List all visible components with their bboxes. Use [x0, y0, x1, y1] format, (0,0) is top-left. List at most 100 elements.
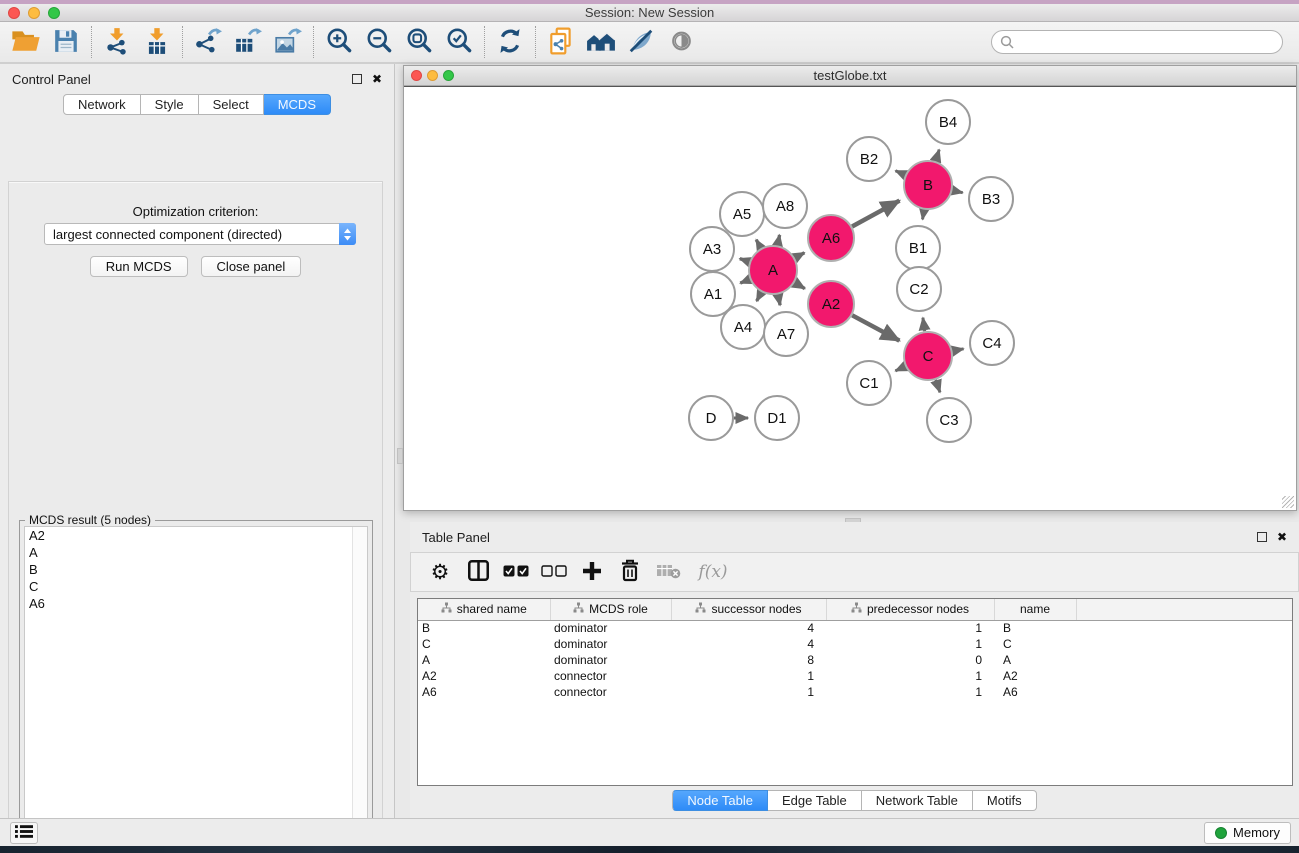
- column-header-successor-nodes[interactable]: successor nodes: [671, 599, 826, 620]
- save-session-button[interactable]: [46, 24, 86, 60]
- edge-B-B4[interactable]: [936, 150, 940, 162]
- tab-node-table[interactable]: Node Table: [672, 790, 768, 811]
- desktop-vscroll-thumb[interactable]: [397, 448, 403, 464]
- table-settings-button[interactable]: ⚙: [423, 556, 457, 588]
- memory-button[interactable]: Memory: [1204, 822, 1291, 844]
- network-graph[interactable]: AA1A2A3A4A5A6A7A8BB1B2B3B4CC1C2C3C4DD1: [404, 87, 1296, 510]
- show-columns-button[interactable]: [461, 556, 495, 588]
- edge-A-A2[interactable]: [795, 283, 805, 289]
- node-B3[interactable]: B3: [969, 177, 1013, 221]
- tab-network[interactable]: Network: [63, 94, 141, 115]
- search-input[interactable]: [991, 30, 1283, 54]
- edge-A-A7[interactable]: [778, 295, 780, 306]
- edge-A-A4[interactable]: [757, 292, 762, 301]
- import-network-button[interactable]: [97, 24, 137, 60]
- column-header-shared-name[interactable]: shared name: [418, 599, 550, 620]
- edge-A-A3[interactable]: [740, 259, 750, 262]
- network-window-titlebar[interactable]: testGlobe.txt: [404, 66, 1296, 86]
- zoom-out-button[interactable]: [359, 24, 399, 60]
- delete-column-button[interactable]: [613, 556, 647, 588]
- export-table-button[interactable]: [228, 24, 268, 60]
- edge-C-C4[interactable]: [953, 349, 964, 351]
- node-B1[interactable]: B1: [896, 226, 940, 270]
- select-all-columns-button[interactable]: [499, 556, 533, 588]
- node-B[interactable]: B: [904, 161, 952, 209]
- new-network-from-selection-button[interactable]: [541, 24, 581, 60]
- edge-A-A8[interactable]: [778, 235, 780, 246]
- table-row[interactable]: Cdominator41C: [418, 636, 1292, 652]
- node-D1[interactable]: D1: [755, 396, 799, 440]
- node-A2[interactable]: A2: [808, 281, 854, 327]
- unselect-all-columns-button[interactable]: [537, 556, 571, 588]
- edge-B-B1[interactable]: [923, 210, 925, 220]
- node-A[interactable]: A: [749, 246, 797, 294]
- network-overview-button[interactable]: [581, 24, 621, 60]
- table-row[interactable]: Bdominator41B: [418, 620, 1292, 636]
- edge-A2-C[interactable]: [852, 315, 899, 340]
- column-header-name[interactable]: name: [994, 599, 1076, 620]
- node-C4[interactable]: C4: [970, 321, 1014, 365]
- edge-A6-B[interactable]: [852, 201, 899, 227]
- export-network-button[interactable]: [188, 24, 228, 60]
- node-C2[interactable]: C2: [897, 267, 941, 311]
- edge-C-C2[interactable]: [923, 318, 925, 332]
- function-builder-button[interactable]: f(x): [689, 556, 737, 588]
- zoom-selected-button[interactable]: [439, 24, 479, 60]
- refresh-button[interactable]: [490, 24, 530, 60]
- table-row[interactable]: A6connector11A6: [418, 684, 1292, 700]
- table-row[interactable]: A2connector11A2: [418, 668, 1292, 684]
- run-mcds-button[interactable]: Run MCDS: [90, 256, 188, 277]
- float-table-panel-icon[interactable]: [1257, 532, 1267, 542]
- close-panel-icon[interactable]: ✖: [372, 73, 382, 85]
- criterion-dropdown[interactable]: largest connected component (directed): [44, 223, 356, 245]
- hide-graphics-details-button[interactable]: [621, 24, 661, 60]
- result-item[interactable]: A2: [25, 527, 367, 544]
- edge-A-A6[interactable]: [795, 253, 805, 258]
- node-A3[interactable]: A3: [690, 227, 734, 271]
- zoom-in-button[interactable]: [319, 24, 359, 60]
- result-item[interactable]: C: [25, 578, 367, 595]
- export-image-button[interactable]: [268, 24, 308, 60]
- node-C[interactable]: C: [904, 332, 952, 380]
- node-A6[interactable]: A6: [808, 215, 854, 261]
- import-table-button[interactable]: [137, 24, 177, 60]
- result-item[interactable]: B: [25, 561, 367, 578]
- delete-table-button[interactable]: [651, 556, 685, 588]
- show-graphics-details-button[interactable]: [661, 24, 701, 60]
- edge-A-A5[interactable]: [756, 240, 761, 248]
- edge-C-C3[interactable]: [936, 380, 940, 393]
- tab-select[interactable]: Select: [199, 94, 264, 115]
- open-session-button[interactable]: [6, 24, 46, 60]
- node-B2[interactable]: B2: [847, 137, 891, 181]
- column-header-predecessor-nodes[interactable]: predecessor nodes: [826, 599, 994, 620]
- node-A7[interactable]: A7: [764, 312, 808, 356]
- node-B4[interactable]: B4: [926, 100, 970, 144]
- edge-A-A1[interactable]: [740, 279, 750, 283]
- tab-style[interactable]: Style: [141, 94, 199, 115]
- tab-motifs[interactable]: Motifs: [973, 790, 1037, 811]
- tab-mcds[interactable]: MCDS: [264, 94, 331, 115]
- result-item[interactable]: A6: [25, 595, 367, 612]
- task-history-button[interactable]: [10, 822, 38, 844]
- column-header-mcds-role[interactable]: MCDS role: [550, 599, 671, 620]
- float-panel-icon[interactable]: [352, 74, 362, 84]
- zoom-fit-button[interactable]: [399, 24, 439, 60]
- node-A5[interactable]: A5: [720, 192, 764, 236]
- table-row[interactable]: Adominator80A: [418, 652, 1292, 668]
- node-A4[interactable]: A4: [721, 305, 765, 349]
- edge-B-B2[interactable]: [896, 171, 906, 175]
- edge-B-B3[interactable]: [952, 190, 962, 192]
- create-column-button[interactable]: [575, 556, 609, 588]
- edge-C-C1[interactable]: [895, 366, 905, 371]
- node-D[interactable]: D: [689, 396, 733, 440]
- tab-network-table[interactable]: Network Table: [862, 790, 973, 811]
- result-item[interactable]: A: [25, 544, 367, 561]
- node-C1[interactable]: C1: [847, 361, 891, 405]
- tab-edge-table[interactable]: Edge Table: [768, 790, 862, 811]
- close-table-panel-icon[interactable]: ✖: [1277, 531, 1287, 543]
- node-A8[interactable]: A8: [763, 184, 807, 228]
- result-scrollbar[interactable]: [352, 527, 367, 853]
- close-panel-button[interactable]: Close panel: [201, 256, 302, 277]
- resize-grip[interactable]: [1282, 496, 1294, 508]
- node-C3[interactable]: C3: [927, 398, 971, 442]
